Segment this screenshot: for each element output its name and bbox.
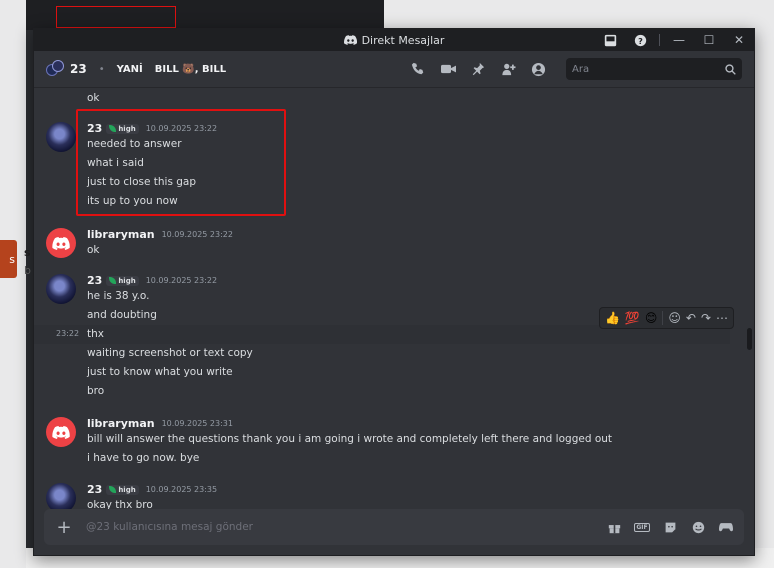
message-line: ok <box>87 92 100 104</box>
emoji-icon[interactable] <box>690 519 706 535</box>
dm-window: Direkt Mesajlar ? — ☐ ✕ 23 • YANİ BILL 🐻… <box>33 28 755 556</box>
leaf-icon <box>109 277 117 284</box>
channel-header: 23 • YANİ BILL 🐻, BILL Ara <box>34 51 754 88</box>
message-input-placeholder: @23 kullanıcısına mesaj gönder <box>86 521 253 533</box>
user-profile-icon[interactable] <box>530 61 546 77</box>
dm-subtitle: YANİ <box>116 63 143 75</box>
add-reaction-icon[interactable]: ☺ <box>668 311 681 325</box>
timestamp: 10.09.2025 23:31 <box>161 419 233 428</box>
more-options-icon[interactable]: ⋯ <box>716 311 728 325</box>
svg-text:?: ? <box>638 35 643 45</box>
smile-reaction[interactable]: 😊 <box>645 311 658 325</box>
activities-icon[interactable] <box>718 519 734 535</box>
video-call-icon[interactable] <box>440 61 456 77</box>
upload-plus-icon[interactable]: + <box>54 517 74 538</box>
username[interactable]: 23 <box>87 274 102 287</box>
message-line: okay thx bro <box>87 499 153 509</box>
hover-timestamp: 23:22 <box>56 329 80 338</box>
discord-logo-icon <box>343 35 357 45</box>
message-list: ok 23 high 10.09.2025 23:22 needed to an… <box>34 88 754 509</box>
message-line: i have to go now. bye <box>87 452 200 464</box>
gift-icon[interactable] <box>606 519 622 535</box>
background-orange-tab-label: s <box>9 252 15 266</box>
thumbs-up-reaction[interactable]: 👍 <box>605 311 620 325</box>
forward-icon[interactable]: ↷ <box>701 311 711 325</box>
gif-label: GIF <box>634 522 650 532</box>
avatar[interactable] <box>46 122 76 152</box>
dm-name[interactable]: 23 <box>70 62 87 76</box>
header-dot-separator: • <box>98 63 105 75</box>
timestamp: 10.09.2025 23:22 <box>161 230 233 239</box>
title-bar: Direkt Mesajlar ? — ☐ ✕ <box>34 29 754 51</box>
message-action-bar: 👍 💯 😊 ☺ ↶ ↷ ⋯ <box>598 307 734 329</box>
action-bar-divider <box>662 311 664 325</box>
minimize-button[interactable]: — <box>664 29 694 51</box>
add-friends-icon[interactable] <box>500 61 516 77</box>
username[interactable]: libraryman <box>87 417 155 430</box>
scrollbar-thumb[interactable] <box>747 328 752 350</box>
maximize-button[interactable]: ☐ <box>694 29 724 51</box>
user-tag-badge: high <box>106 484 139 495</box>
search-input[interactable]: Ara <box>566 58 742 80</box>
background-window-strip <box>26 0 384 30</box>
username[interactable]: libraryman <box>87 228 155 241</box>
message-line: waiting screenshot or text copy <box>87 347 253 359</box>
message-line: thx <box>87 328 104 340</box>
tag-label: high <box>118 276 136 285</box>
background-orange-tab[interactable]: s <box>0 240 17 278</box>
timestamp: 10.09.2025 23:35 <box>145 485 218 494</box>
avatar[interactable] <box>46 417 76 447</box>
dm-members[interactable]: BILL 🐻, BILL <box>155 64 226 75</box>
sticker-icon[interactable] <box>662 519 678 535</box>
avatar[interactable] <box>46 483 76 509</box>
user-tag-badge: high <box>106 275 139 286</box>
pin-icon[interactable] <box>470 61 486 77</box>
message-line: ok <box>87 244 100 256</box>
help-icon[interactable]: ? <box>625 29 655 51</box>
message-line: bill will answer the questions thank you… <box>87 433 613 445</box>
username[interactable]: 23 <box>87 483 102 496</box>
message-line: and doubting <box>87 309 157 321</box>
background-b-text: b <box>24 264 31 277</box>
avatar[interactable] <box>46 274 76 304</box>
window-title-text: Direkt Mesajlar <box>361 33 445 47</box>
timestamp: 10.09.2025 23:22 <box>145 276 218 285</box>
reply-icon[interactable]: ↶ <box>686 311 696 325</box>
close-button[interactable]: ✕ <box>724 29 754 51</box>
background-mini-message <box>56 6 176 28</box>
message-line: just to know what you write <box>87 366 233 378</box>
background-s-text: s <box>24 246 31 259</box>
composer-area: + @23 kullanıcısına mesaj gönder GIF <box>34 509 754 555</box>
avatar[interactable] <box>46 228 76 258</box>
tag-label: high <box>118 485 136 494</box>
discord-logo-icon <box>52 425 70 439</box>
group-dm-icon <box>46 60 64 78</box>
titlebar-divider <box>659 34 660 46</box>
search-icon <box>725 63 736 75</box>
voice-call-icon[interactable] <box>410 61 426 77</box>
discord-logo-icon <box>52 236 70 250</box>
inbox-icon[interactable] <box>595 29 625 51</box>
hundred-reaction[interactable]: 💯 <box>625 311 640 325</box>
leaf-icon <box>109 486 117 493</box>
message-input[interactable]: + @23 kullanıcısına mesaj gönder GIF <box>44 509 744 545</box>
message-line: bro <box>87 385 105 397</box>
message-line: he is 38 y.o. <box>87 290 150 302</box>
search-placeholder: Ara <box>572 63 590 75</box>
highlight-box <box>76 109 286 216</box>
gif-icon[interactable]: GIF <box>634 519 650 535</box>
